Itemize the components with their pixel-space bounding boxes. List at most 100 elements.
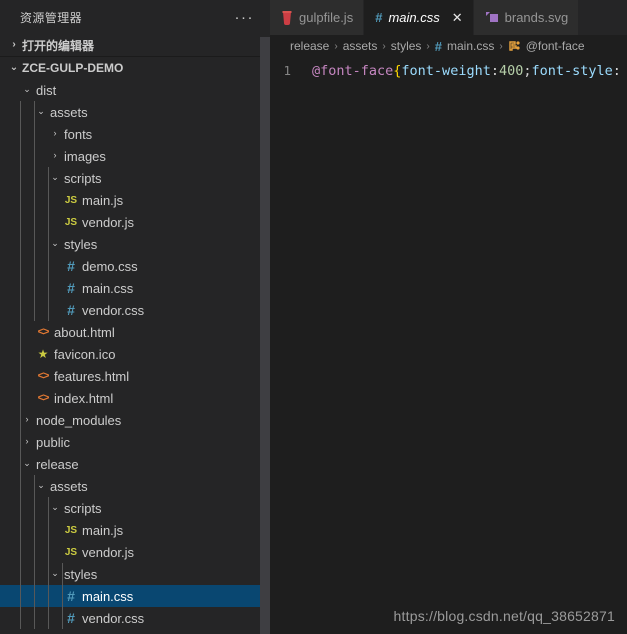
code-token: font-weight [401,62,491,79]
tree-item-dist[interactable]: ⌄ dist [0,79,270,101]
tree-item-features-html[interactable]: <> features.html [0,365,270,387]
sidebar-scrollbar-thumb[interactable] [260,37,270,634]
chevron-down-icon: ⌄ [51,501,59,512]
tree-item-main-css[interactable]: # main.css [0,277,270,299]
tree-item-label: features.html [54,368,130,384]
explorer-header: 资源管理器 ··· [0,0,270,35]
tree-item-images[interactable]: › images [0,145,270,167]
sidebar-section-project[interactable]: ⌄ ZCE-GULP-DEMO [0,57,270,79]
tree-item-main-js[interactable]: JS main.js [0,189,270,211]
chevron-down-icon: ⌄ [51,237,59,248]
breadcrumb-item--font-face[interactable]: @font-face [526,39,585,53]
tree-item-vendor-js[interactable]: JS vendor.js [0,211,270,233]
tree-item-fonts[interactable]: › fonts [0,123,270,145]
sidebar-scrollbar[interactable] [260,37,270,634]
chevron-down-icon: ⌄ [51,567,59,578]
code-token: : [612,62,621,79]
html-icon: <> [37,370,50,382]
chevron-right-icon: › [25,414,29,424]
breadcrumb-separator-icon: › [426,40,430,52]
tree-item-demo-css[interactable]: # demo.css [0,255,270,277]
gulp-icon [281,10,293,25]
tree-item-label: dist [36,82,57,98]
tree-item-label: images [64,148,106,164]
tree-item-label: public [36,434,70,450]
tree-item-label: vendor.css [82,610,145,626]
tree-item-vendor-css[interactable]: # vendor.css [0,299,270,321]
tree-item-scripts[interactable]: ⌄ scripts [0,497,270,519]
breadcrumb-separator-icon: › [382,40,386,52]
chevron-right-icon: › [12,39,16,50]
tree-item-main-css[interactable]: # main.css [0,585,270,607]
tree-item-label: main.css [82,280,134,296]
tree-item-label: fonts [64,126,93,142]
tab-brands-svg[interactable]: brands.svg [473,0,580,35]
chevron-down-icon: ⌄ [37,105,45,116]
tab-label: main.css [388,10,440,25]
css-icon: # [67,588,75,604]
chevron-right-icon: › [53,150,57,160]
tree-item-styles[interactable]: ⌄ styles [0,563,270,585]
indent-guide [48,167,49,321]
breadcrumb-item-assets[interactable]: assets [343,39,378,53]
css-icon: # [434,38,442,54]
tree-item-vendor-css[interactable]: # vendor.css [0,607,270,629]
code-editor[interactable]: 1 @font-face{font-weight:400;font-style: [270,57,627,80]
css-icon: # [67,258,75,274]
sidebar-section-open-editors[interactable]: › 打开的编辑器 [0,35,270,57]
indent-guide [48,497,49,629]
breadcrumb-separator-icon: › [334,40,338,52]
tree-item-label: styles [64,566,98,582]
breadcrumb-item-styles[interactable]: styles [391,39,422,53]
breadcrumb-item-release[interactable]: release [290,39,329,53]
breadcrumb-item-main-css[interactable]: main.css [447,39,494,53]
chevron-down-icon: ⌄ [37,479,45,490]
js-icon: JS [64,524,78,536]
more-actions-icon[interactable]: ··· [231,10,259,25]
tree-item-label: vendor.css [82,302,145,318]
tree-item-vendor-js[interactable]: JS vendor.js [0,541,270,563]
watermark-text: https://blog.csdn.net/qq_38652871 [393,608,615,624]
css-icon: # [67,610,75,626]
indent-guide [62,563,63,629]
tree-item-release[interactable]: ⌄ release [0,453,270,475]
chevron-down-icon: ⌄ [23,457,31,468]
tree-item-styles[interactable]: ⌄ styles [0,233,270,255]
tree-item-label: main.css [82,588,134,604]
breadcrumb: release › assets › styles › # main.css › @font-fa… [270,35,627,57]
at-rule-icon [508,39,521,53]
tree-item-public[interactable]: › public [0,431,270,453]
tree-item-assets[interactable]: ⌄ assets [0,101,270,123]
code-content: @font-face{font-weight:400;font-style: [312,63,621,79]
chevron-right-icon: › [25,436,29,446]
indent-guide [34,475,35,629]
tree-item-label: styles [64,236,98,252]
code-token: font-style [531,62,613,79]
js-icon: JS [64,546,78,558]
tree-item-node_modules[interactable]: › node_modules [0,409,270,431]
project-name-label: ZCE-GULP-DEMO [22,61,124,75]
tab-gulpfile-js[interactable]: gulpfile.js [270,0,365,35]
tree-item-about-html[interactable]: <> about.html [0,321,270,343]
file-tree: ⌄ dist ⌄ assets › fonts › images ⌄ scripts JS main.… [0,79,270,629]
tree-item-label: scripts [64,500,102,516]
tab-main-css[interactable]: # main.css ✕ [364,0,474,35]
close-icon[interactable]: ✕ [446,10,463,26]
code-token: @font-face [312,62,394,79]
css-icon: # [67,280,75,296]
tree-item-assets[interactable]: ⌄ assets [0,475,270,497]
css-icon: # [67,302,75,318]
tree-item-label: assets [50,478,88,494]
svg-icon [485,11,499,24]
tree-item-favicon-ico[interactable]: ★ favicon.ico [0,343,270,365]
page-title: 资源管理器 [20,11,83,25]
line-number: 1 [283,63,291,78]
tree-item-scripts[interactable]: ⌄ scripts [0,167,270,189]
tree-item-label: demo.css [82,258,138,274]
tree-item-label: index.html [54,390,114,406]
tree-item-main-js[interactable]: JS main.js [0,519,270,541]
tree-item-index-html[interactable]: <> index.html [0,387,270,409]
js-icon: JS [64,194,78,206]
chevron-down-icon: ⌄ [9,61,19,73]
chevron-down-icon: ⌄ [23,83,31,94]
